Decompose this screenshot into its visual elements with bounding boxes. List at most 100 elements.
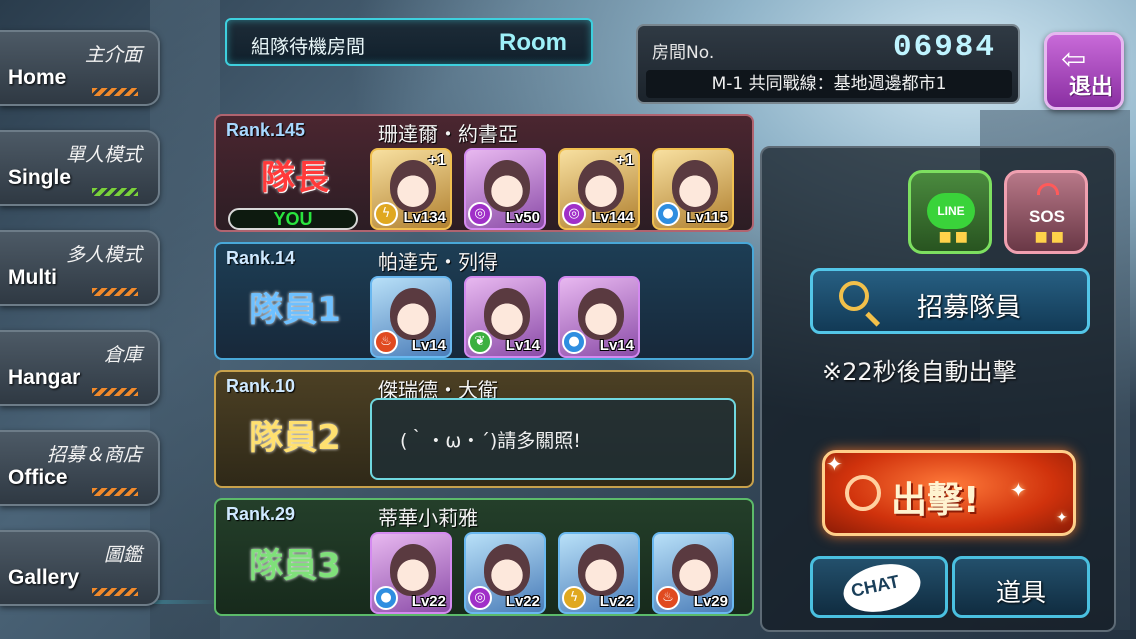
nav-label-cn: 單人模式	[65, 144, 142, 166]
nav-label-cn: 招募＆商店	[46, 444, 142, 466]
dark-icon: ◎	[468, 586, 492, 610]
nav-stripe	[92, 188, 138, 196]
unit-card[interactable]: ♨ Lv14	[370, 276, 452, 358]
nav-label-en: Single	[8, 166, 72, 189]
chat-message: (｀・ω・´)請多關照!	[400, 430, 581, 452]
sparkle-icon: ✦	[826, 452, 843, 476]
card-level: Lv29	[693, 593, 728, 610]
member-row-3: Rank.29 蒂華小莉雅 隊員3 ● Lv22 ◎ Lv22 ϟ Lv22 ♨…	[214, 498, 754, 616]
sparkle-icon: ✦	[1056, 510, 1068, 526]
wind-icon: ❦	[468, 330, 492, 354]
character-portrait	[672, 160, 718, 212]
member-name: 蒂華小莉雅	[378, 506, 478, 530]
card-plus: +1	[427, 152, 446, 169]
nav-label-en: Home	[8, 66, 67, 89]
sos-label: SOS	[1029, 207, 1065, 226]
thunder-icon: ϟ	[374, 202, 398, 226]
indicator-dots: ■■	[938, 229, 971, 245]
nav-label-cn: 主介面	[84, 44, 142, 66]
fire-icon: ♨	[374, 330, 398, 354]
exit-label: 退出	[1068, 75, 1113, 100]
unit-card[interactable]: ϟ Lv22	[558, 532, 640, 614]
member-name: 珊達爾・約書亞	[378, 122, 518, 146]
nav-hangar[interactable]: 倉庫 Hangar	[0, 330, 160, 406]
auto-sortie-countdown: ※22秒後自動出擊	[822, 358, 1017, 386]
target-ring-icon	[845, 475, 881, 511]
member-role: 隊員3	[249, 546, 341, 586]
character-portrait	[484, 160, 530, 212]
unit-card[interactable]: ● Lv22	[370, 532, 452, 614]
nav-single[interactable]: 單人模式 Single	[0, 130, 160, 206]
unit-card[interactable]: ◎ Lv22	[464, 532, 546, 614]
room-title-cn: 組隊待機房間	[251, 36, 366, 58]
water-icon: ●	[562, 330, 586, 354]
character-portrait	[484, 288, 530, 340]
character-portrait	[578, 288, 624, 340]
unit-card[interactable]: ♨ Lv29	[652, 532, 734, 614]
you-badge: YOU	[228, 208, 358, 230]
nav-label-cn: 圖鑑	[103, 544, 142, 566]
unit-card[interactable]: ● Lv115	[652, 148, 734, 230]
items-button[interactable]: 道具	[952, 556, 1090, 618]
nav-label-en: Office	[8, 466, 68, 489]
line-share-button[interactable]: LINE ■■	[908, 170, 992, 254]
nav-stripe	[92, 488, 138, 496]
card-level: Lv134	[403, 209, 446, 226]
dark-icon: ◎	[468, 202, 492, 226]
nav-label-cn: 倉庫	[103, 344, 142, 366]
nav-stripe	[92, 88, 138, 96]
unit-card[interactable]: ❦ Lv14	[464, 276, 546, 358]
character-portrait	[578, 544, 624, 596]
room-number: 06984	[892, 30, 996, 65]
nav-stripe	[92, 388, 138, 396]
card-level: Lv50	[505, 209, 540, 226]
unit-card[interactable]: ● Lv14	[558, 276, 640, 358]
member-role: 隊員2	[249, 418, 341, 458]
thunder-icon: ϟ	[562, 586, 586, 610]
card-level: Lv22	[599, 593, 634, 610]
card-level: Lv144	[591, 209, 634, 226]
member-role: 隊長	[261, 158, 329, 198]
unit-card[interactable]: ◎ Lv50	[464, 148, 546, 230]
character-portrait	[672, 544, 718, 596]
nav-home[interactable]: 主介面 Home	[0, 30, 160, 106]
dark-icon: ◎	[562, 202, 586, 226]
nav-gallery[interactable]: 圖鑑 Gallery	[0, 530, 160, 606]
nav-stripe	[92, 288, 138, 296]
character-portrait	[390, 544, 436, 596]
nav-label-en: Multi	[8, 266, 57, 289]
member-chat-bubble: (｀・ω・´)請多關照!	[370, 398, 736, 480]
nav-stripe	[92, 588, 138, 596]
nav-label-en: Hangar	[8, 366, 81, 389]
room-title-bar: 組隊待機房間 Room	[225, 18, 593, 66]
chat-button[interactable]: CHAT	[810, 556, 948, 619]
sos-button[interactable]: SOS ■■	[1004, 170, 1088, 254]
room-number-label: 房間No.	[652, 43, 715, 63]
member-rank: Rank.10	[226, 376, 296, 396]
nav-multi[interactable]: 多人模式 Multi	[0, 230, 160, 306]
member-name: 帕達克・列得	[378, 250, 498, 274]
member-rank: Rank.14	[226, 248, 296, 268]
member-row-2: Rank.10 傑瑞德・大衛 隊員2 (｀・ω・´)請多關照!	[214, 370, 754, 488]
character-portrait	[390, 288, 436, 340]
character-portrait	[484, 544, 530, 596]
nav-office[interactable]: 招募＆商店 Office	[0, 430, 160, 506]
member-row-leader: Rank.145 珊達爾・約書亞 隊長 YOU +1 ϟ Lv134 ◎ Lv5…	[214, 114, 754, 232]
room-info-box: 房間No. 06984 M-1 共同戰線：基地週邊都市1	[636, 24, 1020, 104]
sortie-button[interactable]: 出擊!	[822, 450, 1076, 536]
member-rank: Rank.29	[226, 504, 296, 524]
unit-card[interactable]: +1 ϟ Lv134	[370, 148, 452, 230]
sparkle-icon: ✦	[1010, 478, 1027, 502]
magnifier-icon	[839, 281, 869, 311]
card-level: Lv14	[599, 337, 634, 354]
card-level: Lv14	[411, 337, 446, 354]
unit-card[interactable]: +1 ◎ Lv144	[558, 148, 640, 230]
nav-label-en: Gallery	[8, 566, 80, 589]
exit-button[interactable]: ⇦ 退出	[1044, 32, 1124, 110]
water-icon: ●	[656, 202, 680, 226]
fire-icon: ♨	[656, 586, 680, 610]
recruit-members-button[interactable]: 招募隊員	[810, 268, 1090, 334]
items-label: 道具	[995, 578, 1046, 607]
member-rank: Rank.145	[226, 120, 306, 140]
room-title-en: Room	[499, 29, 567, 56]
